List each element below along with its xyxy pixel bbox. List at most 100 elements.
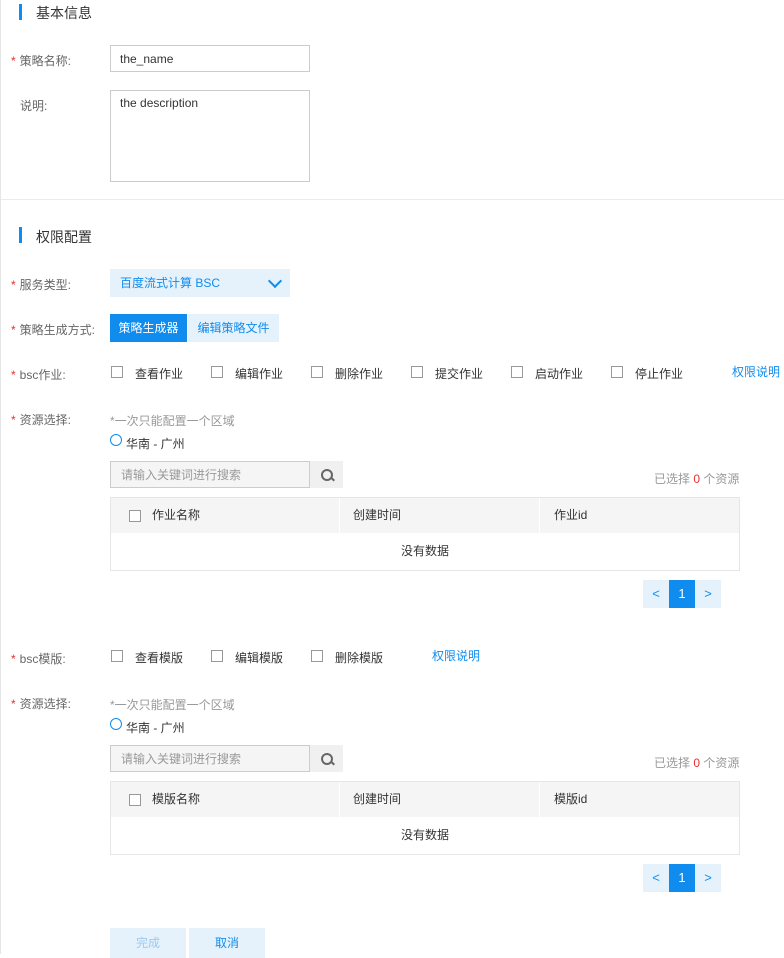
job-pager-page-1[interactable]: 1 — [669, 580, 695, 608]
service-type-select[interactable]: 百度流式计算 BSC — [110, 269, 290, 297]
checkbox-submit-job-label: 提交作业 — [435, 367, 484, 381]
required-mark: * — [11, 652, 16, 666]
template-resource-table: 模版名称 创建时间 模版id 没有数据 — [110, 781, 740, 855]
policy-name-input[interactable] — [110, 45, 310, 72]
checkbox-edit-template[interactable] — [211, 650, 223, 662]
checkbox-delete-job-label: 删除作业 — [335, 367, 384, 381]
job-permission-help-link[interactable]: 权限说明 — [732, 363, 780, 380]
job-pager-next-button[interactable]: > — [695, 580, 721, 608]
bsc-job-label-text: bsc作业: — [19, 368, 66, 382]
selected-prefix: 已选择 — [654, 472, 691, 486]
gen-mode-edit-file-button[interactable]: 编辑策略文件 — [188, 314, 279, 342]
template-pager-page-1[interactable]: 1 — [669, 864, 695, 892]
column-separator — [539, 498, 540, 533]
section-marker — [19, 4, 22, 20]
template-region-radio[interactable] — [110, 718, 122, 730]
description-label: 说明: — [20, 99, 48, 113]
gen-mode-label-text: 策略生成方式: — [19, 323, 96, 337]
description-textarea[interactable]: the description — [110, 90, 310, 182]
column-separator — [339, 498, 340, 533]
job-region-radio[interactable] — [110, 434, 122, 446]
checkbox-view-job-label: 查看作业 — [135, 367, 184, 381]
required-mark: * — [11, 413, 16, 427]
section-divider — [1, 199, 784, 200]
job-pager-prev-button[interactable]: < — [643, 580, 669, 608]
job-resource-table: 作业名称 创建时间 作业id 没有数据 — [110, 497, 740, 571]
column-header-created: 创建时间 — [353, 508, 402, 522]
checkbox-edit-template-label: 编辑模版 — [235, 651, 284, 665]
section-marker — [19, 227, 22, 243]
job-resource-label-text: 资源选择: — [19, 413, 72, 427]
checkbox-delete-template-label: 删除模版 — [335, 651, 384, 665]
required-mark: * — [11, 323, 16, 337]
job-resource-hint: *一次只能配置一个区域 — [110, 414, 235, 428]
checkbox-submit-job[interactable] — [411, 366, 423, 378]
selected-suffix: 个资源 — [703, 756, 740, 770]
selected-count-value: 0 — [693, 756, 701, 770]
column-header-created: 创建时间 — [353, 792, 402, 806]
table-empty-text: 没有数据 — [400, 544, 449, 558]
checkbox-view-job[interactable] — [111, 366, 123, 378]
table-header: 作业名称 创建时间 作业id — [111, 498, 739, 533]
section-title-permission: 权限配置 — [36, 229, 92, 245]
template-selected-count: 已选择 0 个资源 — [654, 754, 739, 771]
column-header-id: 作业id — [554, 508, 588, 522]
required-mark: * — [11, 368, 16, 382]
table-header: 模版名称 创建时间 模版id — [111, 782, 739, 817]
policy-name-label-text: 策略名称: — [19, 54, 72, 68]
selected-suffix: 个资源 — [703, 472, 740, 486]
service-type-label: * 服务类型: — [11, 276, 71, 293]
job-selected-count: 已选择 0 个资源 — [654, 470, 739, 487]
template-resource-hint: *一次只能配置一个区域 — [110, 698, 235, 712]
checkbox-edit-job[interactable] — [211, 366, 223, 378]
table-empty-text: 没有数据 — [400, 828, 449, 842]
required-mark: * — [11, 278, 16, 292]
checkbox-start-job[interactable] — [511, 366, 523, 378]
bsc-job-label: * bsc作业: — [11, 366, 66, 383]
gen-mode-label: * 策略生成方式: — [11, 321, 95, 338]
section-title-basic: 基本信息 — [36, 5, 92, 21]
checkbox-edit-job-label: 编辑作业 — [235, 367, 284, 381]
template-pager-prev-button[interactable]: < — [643, 864, 669, 892]
table-select-all-checkbox[interactable] — [129, 794, 141, 806]
template-resource-label: * 资源选择: — [11, 695, 71, 712]
service-type-label-text: 服务类型: — [19, 278, 72, 292]
required-mark: * — [11, 54, 16, 68]
chevron-down-icon — [267, 273, 283, 289]
checkbox-start-job-label: 启动作业 — [535, 367, 584, 381]
search-icon-handle — [330, 476, 335, 482]
column-header-id: 模版id — [554, 792, 588, 806]
column-header-name: 模版名称 — [152, 792, 201, 806]
policy-form-page: 基本信息 *策略名称: 说明: the description 权限配置 *服务… — [0, 0, 784, 958]
table-select-all-checkbox[interactable] — [129, 510, 141, 522]
column-header-name: 作业名称 — [152, 508, 201, 522]
checkbox-stop-job-label: 停止作业 — [635, 367, 684, 381]
service-type-value: 百度流式计算 BSC — [120, 276, 221, 290]
checkbox-delete-template[interactable] — [311, 650, 323, 662]
template-pager-next-button[interactable]: > — [695, 864, 721, 892]
checkbox-stop-job[interactable] — [611, 366, 623, 378]
gen-mode-generator-button[interactable]: 策略生成器 — [110, 314, 187, 342]
required-mark: * — [11, 697, 16, 711]
job-search-input[interactable]: 请输入关键词进行搜索 — [110, 461, 310, 488]
selected-count-value: 0 — [693, 472, 701, 486]
checkbox-view-template-label: 查看模版 — [135, 651, 184, 665]
template-search-input[interactable]: 请输入关键词进行搜索 — [110, 745, 310, 772]
selected-prefix: 已选择 — [654, 756, 691, 770]
column-separator — [539, 782, 540, 817]
search-icon-handle — [330, 760, 335, 766]
column-separator — [339, 782, 340, 817]
template-search-button[interactable] — [310, 745, 343, 772]
description-text: the description — [120, 96, 199, 110]
job-search-button[interactable] — [310, 461, 343, 488]
policy-name-label: * 策略名称: — [11, 52, 71, 69]
checkbox-view-template[interactable] — [111, 650, 123, 662]
template-resource-label-text: 资源选择: — [19, 697, 72, 711]
bsc-template-label-text: bsc模版: — [19, 652, 66, 666]
checkbox-delete-job[interactable] — [311, 366, 323, 378]
job-region-label: 华南 - 广州 — [126, 437, 185, 451]
bsc-template-label: * bsc模版: — [11, 650, 66, 667]
template-region-label: 华南 - 广州 — [126, 721, 185, 735]
template-permission-help-link[interactable]: 权限说明 — [432, 647, 480, 664]
job-resource-label: * 资源选择: — [11, 411, 71, 428]
